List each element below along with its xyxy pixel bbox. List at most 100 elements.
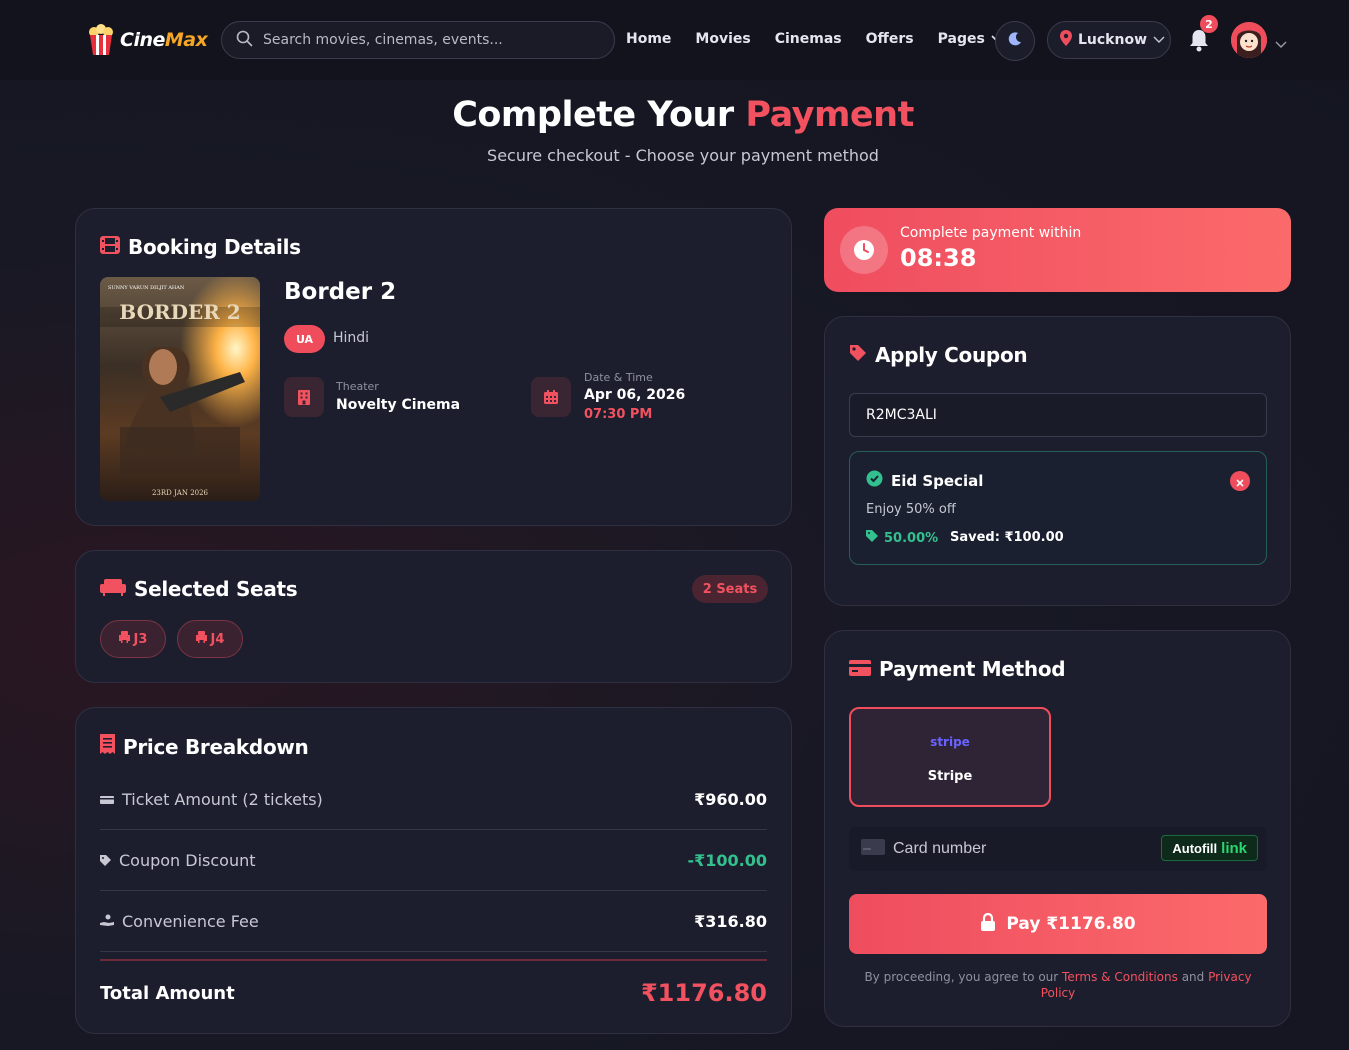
card-number-input[interactable] <box>893 840 1143 858</box>
brand-name-a: Cine <box>120 29 165 51</box>
link-brand: link <box>1221 839 1247 857</box>
price-label: Coupon Discount <box>119 850 256 870</box>
card-icon <box>861 839 885 859</box>
price-row-fee: Convenience Fee ₹316.80 <box>100 891 767 952</box>
autofill-label: Autofill <box>1172 840 1218 856</box>
movie-poster: SUNNY VARUN DILJIT AHAN BORDER 2 23RD JA… <box>100 277 260 501</box>
selected-seats-card: Selected Seats 2 Seats J3 J4 <box>75 550 792 683</box>
timer-value: 08:38 <box>900 244 977 272</box>
sofa-icon <box>100 577 126 601</box>
price-breakdown-heading: Price Breakdown <box>100 734 309 759</box>
theater-label: Theater <box>336 380 379 393</box>
seat-icon <box>195 631 207 647</box>
tag-icon <box>866 530 878 546</box>
stripe-label: Stripe <box>927 769 973 784</box>
coupon-code-input[interactable] <box>849 393 1267 437</box>
pay-button-label: Pay ₹1176.80 <box>1006 914 1136 934</box>
terms-link[interactable]: Terms & Conditions <box>1062 970 1178 984</box>
page-subtitle: Secure checkout - Choose your payment me… <box>487 146 879 165</box>
price-breakdown-title: Price Breakdown <box>123 734 309 759</box>
location-selector[interactable]: Lucknow <box>1047 21 1171 59</box>
theme-toggle-button[interactable] <box>995 21 1035 61</box>
ticket-icon <box>100 790 114 809</box>
booking-details-heading: Booking Details <box>100 235 301 259</box>
stripe-method-option[interactable]: stripe Stripe <box>849 707 1051 807</box>
movie-title: Border 2 <box>284 279 397 305</box>
brand-name-b: Max <box>164 29 208 51</box>
card-number-field: Autofill link <box>849 827 1267 871</box>
page-title-accent: Payment <box>745 95 914 135</box>
apply-coupon-heading: Apply Coupon <box>849 343 1028 367</box>
applied-coupon: Eid Special Enjoy 50% off 50.00% Saved: … <box>849 451 1267 565</box>
price-row-ticket: Ticket Amount (2 tickets) ₹960.00 <box>100 769 767 830</box>
terms-text: By proceeding, you agree to our <box>864 970 1063 984</box>
booking-details-title: Booking Details <box>128 235 301 259</box>
seat-label: J3 <box>133 631 148 647</box>
timer-label: Complete payment within <box>900 225 1082 241</box>
theater-name: Novelty Cinema <box>336 397 461 413</box>
hand-holding-icon <box>100 912 114 931</box>
selected-seats-title: Selected Seats <box>134 577 298 601</box>
location-label: Lucknow <box>1078 32 1148 48</box>
brand-logo[interactable]: CineMax <box>86 24 208 56</box>
nav-links: Home Movies Cinemas Offers Pages <box>626 31 1027 47</box>
pay-button[interactable]: Pay ₹1176.80 <box>849 894 1267 954</box>
coupon-name: Eid Special <box>891 471 984 490</box>
popcorn-icon <box>86 24 116 56</box>
tag-icon <box>100 851 111 870</box>
price-label: Convenience Fee <box>122 911 259 931</box>
coupon-percent: 50.00% <box>884 530 939 546</box>
poster-title: BORDER 2 <box>119 300 240 324</box>
terms-notice: By proceeding, you agree to our Terms & … <box>849 969 1267 1001</box>
apply-coupon-title: Apply Coupon <box>875 343 1028 367</box>
terms-text: and <box>1177 970 1209 984</box>
payment-method-title: Payment Method <box>879 657 1066 681</box>
price-row-coupon: Coupon Discount -₹100.00 <box>100 830 767 891</box>
poster-release: 23RD JAN 2026 <box>152 489 209 497</box>
certificate-badge: UA <box>284 325 325 353</box>
coupon-saved: Saved: ₹100.00 <box>950 530 1064 545</box>
notification-badge: 2 <box>1200 15 1218 33</box>
remove-coupon-button[interactable] <box>1230 471 1250 491</box>
price-value: -₹100.00 <box>687 850 767 870</box>
svg-text:SUNNY VARUN DILJIT AHAN: SUNNY VARUN DILJIT AHAN <box>108 285 185 291</box>
chevron-down-icon <box>1153 32 1165 48</box>
seat-label: J4 <box>210 631 225 647</box>
nav-movies[interactable]: Movies <box>695 31 750 47</box>
nav-cinemas[interactable]: Cinemas <box>775 31 842 47</box>
coupon-description: Enjoy 50% off <box>866 502 956 517</box>
film-icon <box>100 235 120 259</box>
payment-method-heading: Payment Method <box>849 657 1066 681</box>
payment-timer-banner: Complete payment within 08:38 <box>824 208 1291 292</box>
chevron-down-icon[interactable] <box>1275 34 1287 53</box>
building-icon <box>284 377 324 417</box>
price-label: Ticket Amount (2 tickets) <box>122 789 323 809</box>
moon-icon <box>1007 31 1023 51</box>
page-title-main: Complete Your <box>452 95 734 135</box>
seat-chip-j3[interactable]: J3 <box>100 620 166 658</box>
price-value: ₹316.80 <box>694 911 767 931</box>
avatar[interactable] <box>1231 22 1267 58</box>
navbar: CineMax Home Movies Cinemas Offers Pages… <box>0 0 1349 80</box>
nav-home[interactable]: Home <box>626 31 671 47</box>
total-value: ₹1176.80 <box>640 979 767 1007</box>
clock-icon <box>840 226 888 274</box>
nav-offers[interactable]: Offers <box>866 31 914 47</box>
close-icon <box>1236 472 1244 491</box>
seat-chip-j4[interactable]: J4 <box>177 620 243 658</box>
price-value: ₹960.00 <box>694 789 767 809</box>
apply-coupon-card: Apply Coupon Eid Special Enjoy 50% off 5… <box>824 316 1291 606</box>
booking-details-card: Booking Details SUNNY VARUN DILJIT AHAN … <box>75 208 792 526</box>
autofill-link-button[interactable]: Autofill link <box>1161 835 1258 861</box>
stripe-logo: stripe <box>930 735 970 749</box>
credit-card-icon <box>849 657 871 681</box>
seat-icon <box>118 631 130 647</box>
show-time: 07:30 PM <box>584 407 653 422</box>
selected-seats-heading: Selected Seats <box>100 577 298 601</box>
check-circle-icon <box>866 470 883 491</box>
total-row: Total Amount ₹1176.80 <box>100 959 767 1025</box>
price-breakdown-card: Price Breakdown Ticket Amount (2 tickets… <box>75 707 792 1034</box>
movie-language: Hindi <box>333 330 370 346</box>
nav-pages-dropdown[interactable]: Pages <box>938 31 1003 47</box>
search-input[interactable] <box>263 32 593 48</box>
